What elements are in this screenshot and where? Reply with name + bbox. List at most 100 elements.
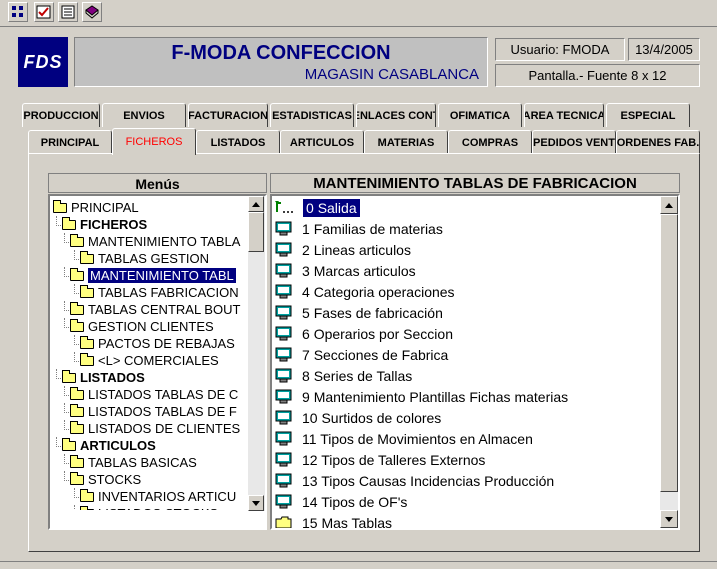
tree-vscrollbar[interactable] <box>248 196 265 511</box>
folder-icon <box>80 335 94 349</box>
folder-icon <box>80 284 94 298</box>
tree-item[interactable]: MANTENIMIENTO TABLA <box>64 233 240 250</box>
option-item[interactable]: 0 Salida <box>275 197 656 218</box>
option-item[interactable]: 11 Tipos de Movimientos en Almacen <box>275 428 656 449</box>
option-number: 2 <box>302 241 310 258</box>
option-number: 9 <box>302 388 310 405</box>
store-name: MAGASIN CASABLANCA <box>304 66 479 83</box>
option-item[interactable]: 8 Series de Tallas <box>275 365 656 386</box>
folder-icon <box>70 403 84 417</box>
folder-icon <box>80 352 94 366</box>
monitor-icon <box>275 242 293 257</box>
tab-articulos[interactable]: ARTICULOS <box>280 130 364 154</box>
tab-ofimatica[interactable]: OFIMATICA <box>438 103 522 127</box>
tree-item-label: ARTICULOS <box>80 438 156 453</box>
options-vscrollbar[interactable] <box>660 196 678 528</box>
monitor-icon <box>275 389 293 404</box>
tab-ordenes-fab[interactable]: ORDENES FAB. <box>616 130 700 154</box>
tree-item[interactable]: LISTADOS DE CLIENTES <box>64 420 240 437</box>
tree-item[interactable]: GESTION CLIENTES <box>64 318 214 335</box>
tab-facturacion[interactable]: FACTURACION <box>188 103 268 127</box>
tree-item-label: <L> COMERCIALES <box>98 353 219 368</box>
tree-item[interactable]: TABLAS BASICAS <box>64 454 197 471</box>
tree-item[interactable]: TABLAS FABRICACION <box>74 284 239 301</box>
tree-item[interactable]: ARTICULOS <box>56 437 156 454</box>
folder-icon <box>53 199 67 213</box>
scroll-up-button[interactable] <box>248 196 264 212</box>
option-item[interactable]: 9 Mantenimiento Plantillas Fichas materi… <box>275 386 656 407</box>
tab-ficheros[interactable]: FICHEROS <box>112 128 196 155</box>
list-icon[interactable] <box>58 2 78 22</box>
option-item[interactable]: 4 Categoria operaciones <box>275 281 656 302</box>
tab-area-tecnica[interactable]: AREA TECNICA <box>524 103 604 127</box>
option-label: Tipos de OF's <box>321 493 408 510</box>
option-number: 12 <box>302 451 318 468</box>
option-item[interactable]: 6 Operarios por Seccion <box>275 323 656 344</box>
folder-icon <box>62 437 76 451</box>
option-item[interactable]: 5 Fases de fabricación <box>275 302 656 323</box>
check-list-icon[interactable] <box>34 2 54 22</box>
option-item[interactable]: 13 Tipos Causas Incidencias Producción <box>275 470 656 491</box>
folder-icon <box>80 250 94 264</box>
screen-field: Pantalla.- Fuente 8 x 12 <box>495 64 700 87</box>
monitor-icon <box>275 368 293 383</box>
option-number: 4 <box>302 283 310 300</box>
option-item[interactable]: 1 Familias de materias <box>275 218 656 239</box>
option-item[interactable]: 12 Tipos de Talleres Externos <box>275 449 656 470</box>
book-icon[interactable] <box>82 2 102 22</box>
scroll-down-button[interactable] <box>248 495 264 511</box>
option-label: Mas Tablas <box>321 514 393 530</box>
option-label: Secciones de Fabrica <box>313 346 449 363</box>
option-text: 12 Tipos de Talleres Externos <box>299 451 488 469</box>
option-number: 0 <box>306 199 314 216</box>
logo: FDS <box>18 37 68 87</box>
tree-item[interactable]: INVENTARIOS ARTICU <box>74 488 236 505</box>
folder-icon <box>70 420 84 434</box>
option-item[interactable]: 15 Mas Tablas <box>275 512 656 530</box>
tree-item[interactable]: LISTADOS STOCKS <box>74 505 218 510</box>
option-number: 6 <box>302 325 310 342</box>
folder-icon <box>70 318 84 332</box>
tab-enlaces-cont[interactable]: ENLACES CONT <box>356 103 436 127</box>
tab-listados[interactable]: LISTADOS <box>196 130 280 154</box>
tree-item[interactable]: LISTADOS TABLAS DE C <box>64 386 238 403</box>
tree-item[interactable]: PACTOS DE REBAJAS <box>74 335 235 352</box>
tree-item[interactable]: TABLAS CENTRAL BOUT <box>64 301 241 318</box>
tree-item[interactable]: LISTADOS <box>56 369 145 386</box>
option-text: 10 Surtidos de colores <box>299 409 444 427</box>
tree-item[interactable]: TABLAS GESTION <box>74 250 209 267</box>
tab-principal[interactable]: PRINCIPAL <box>28 130 112 154</box>
option-label: Tipos Causas Incidencias Producción <box>321 472 555 489</box>
options-scroll-down-button[interactable] <box>660 510 678 528</box>
grid-icon[interactable] <box>8 2 28 22</box>
option-item[interactable]: 14 Tipos de OF's <box>275 491 656 512</box>
tree-item[interactable]: MANTENIMIENTO TABL <box>64 267 236 284</box>
tab-pedidos-vent[interactable]: PEDIDOS VENT <box>532 130 616 154</box>
tree-item[interactable]: PRINCIPAL <box>53 199 139 216</box>
monitor-icon <box>275 431 293 446</box>
tab-envios[interactable]: ENVIOS <box>102 103 186 127</box>
option-text: 2 Lineas articulos <box>299 241 414 259</box>
tab-produccion[interactable]: PRODUCCION <box>22 103 100 127</box>
tab-especial[interactable]: ESPECIAL <box>606 103 690 127</box>
options-scroll-thumb[interactable] <box>660 214 678 492</box>
scroll-thumb[interactable] <box>248 212 264 252</box>
option-item[interactable]: 3 Marcas articulos <box>275 260 656 281</box>
monitor-icon <box>275 347 293 362</box>
tab-estadisticas[interactable]: ESTADISTICAS <box>270 103 354 127</box>
tree-item[interactable]: LISTADOS TABLAS DE F <box>64 403 237 420</box>
option-number: 1 <box>302 220 310 237</box>
tree-item[interactable]: FICHEROS <box>56 216 147 233</box>
tab-materias[interactable]: MATERIAS <box>364 130 448 154</box>
option-number: 3 <box>302 262 310 279</box>
option-item[interactable]: 10 Surtidos de colores <box>275 407 656 428</box>
tab-compras[interactable]: COMPRAS <box>448 130 532 154</box>
option-item[interactable]: 2 Lineas articulos <box>275 239 656 260</box>
menu-header: Menús <box>48 173 267 193</box>
open-folder-icon <box>70 267 84 281</box>
options-scroll-up-button[interactable] <box>660 196 678 214</box>
tree-item-label: TABLAS CENTRAL BOUT <box>88 302 241 317</box>
tree-item[interactable]: STOCKS <box>64 471 141 488</box>
tree-item[interactable]: <L> COMERCIALES <box>74 352 219 369</box>
option-item[interactable]: 7 Secciones de Fabrica <box>275 344 656 365</box>
